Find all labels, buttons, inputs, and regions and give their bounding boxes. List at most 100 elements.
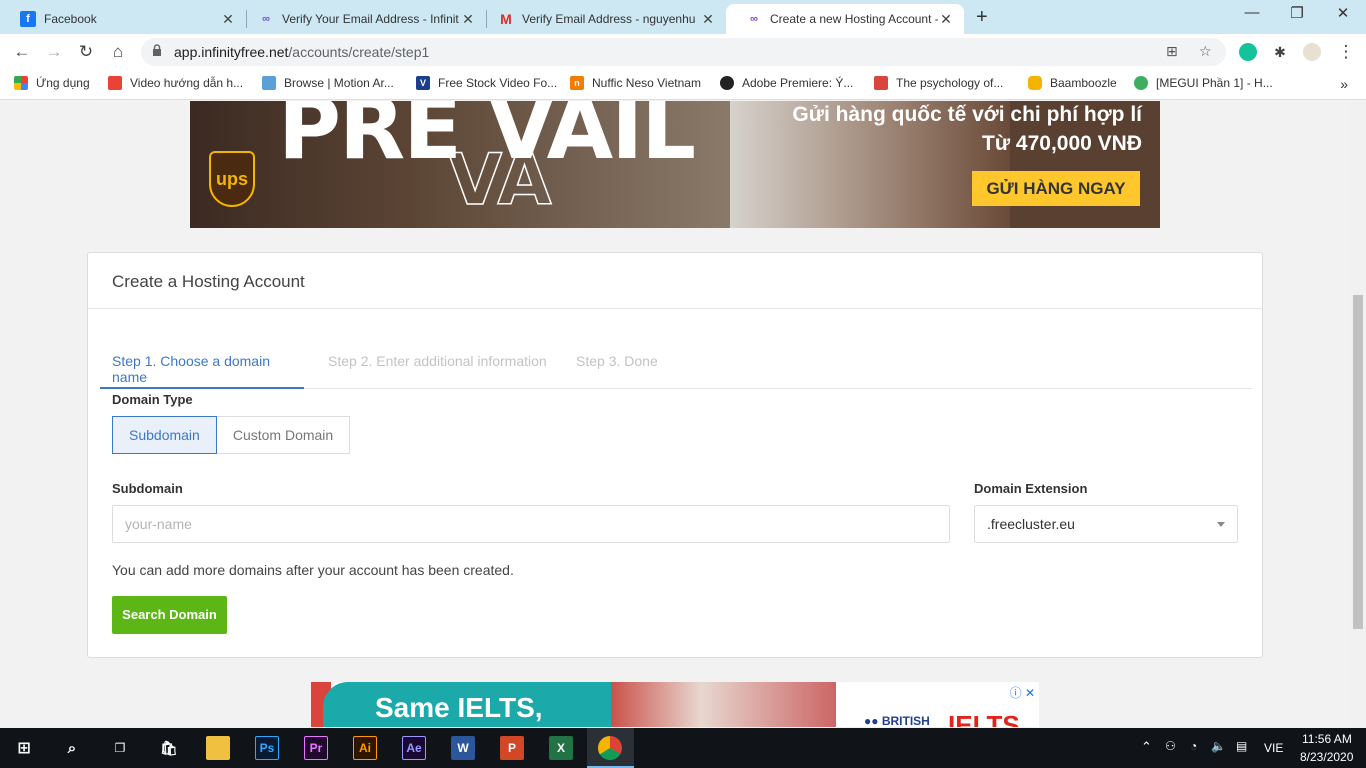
- domain-extension-value: .freecluster.eu: [987, 516, 1075, 532]
- bookmark-star-icon[interactable]: ☆: [1199, 43, 1212, 60]
- new-tab-button[interactable]: +: [976, 6, 988, 29]
- caret-down-icon: [1217, 522, 1225, 527]
- profile-avatar[interactable]: [1303, 43, 1321, 61]
- ad-choices-icon[interactable]: ⓘ ✕: [1010, 684, 1035, 701]
- page-scrollbar[interactable]: [1350, 101, 1366, 727]
- show-hidden-icons[interactable]: ⌃: [1141, 739, 1152, 755]
- volume-icon[interactable]: 🔈: [1211, 739, 1226, 753]
- tab-facebook[interactable]: f Facebook ✕: [0, 4, 246, 34]
- bookmark-favicon-icon: [874, 76, 888, 90]
- tab-gmail[interactable]: M Verify Email Address - nguyenhu ✕: [478, 4, 726, 34]
- bookmark-label: Nuffic Neso Vietnam: [592, 76, 701, 90]
- bookmark-item[interactable]: Baamboozle: [1028, 76, 1117, 90]
- photoshop-icon[interactable]: Ps: [255, 736, 279, 760]
- clock-date[interactable]: 8/23/2020: [1300, 750, 1353, 764]
- subdomain-option[interactable]: Subdomain: [112, 416, 217, 454]
- ad-line-2: Từ 470,000 VNĐ: [982, 132, 1142, 155]
- ups-ad-banner[interactable]: PRE VAIL VA ups Gửi hàng quốc tế với chi…: [190, 101, 1160, 228]
- lock-icon: [153, 44, 161, 56]
- maximize-button[interactable]: ❐: [1274, 4, 1320, 22]
- word-icon[interactable]: W: [451, 736, 475, 760]
- bookmark-favicon-icon: [720, 76, 734, 90]
- apps-grid-icon: [14, 76, 28, 90]
- ad-cta-button[interactable]: GỬI HÀNG NGAY: [972, 171, 1140, 206]
- bookmark-label: Video hướng dẫn h...: [130, 76, 244, 90]
- domain-type-label: Domain Type: [112, 392, 193, 407]
- bookmark-item[interactable]: Adobe Premiere: Ý...: [720, 76, 853, 90]
- british-council-logo: ●● BRITISH: [864, 714, 930, 727]
- grammarly-icon[interactable]: [1239, 43, 1257, 61]
- scrollbar-thumb[interactable]: [1353, 295, 1363, 629]
- url-text: app.infinityfree.net/accounts/create/ste…: [174, 44, 430, 60]
- close-tab-icon[interactable]: ✕: [220, 11, 236, 28]
- browser-toolbar: ← → ↻ ⌂ app.infinityfree.net/accounts/cr…: [0, 34, 1366, 70]
- bookmark-item[interactable]: The psychology of...: [874, 76, 1003, 90]
- excel-icon[interactable]: X: [549, 736, 573, 760]
- tab-title: Create a new Hosting Account - I: [770, 12, 938, 26]
- panel-title: Create a Hosting Account: [88, 253, 1262, 309]
- premiere-icon[interactable]: Pr: [304, 736, 328, 760]
- back-icon[interactable]: ←: [10, 40, 34, 64]
- windows-start-icon[interactable]: ⊞: [12, 736, 36, 760]
- reload-icon[interactable]: ↻: [74, 40, 98, 64]
- subdomain-label: Subdomain: [112, 481, 183, 496]
- domain-extension-select[interactable]: .freecluster.eu: [974, 505, 1238, 543]
- bookmark-item[interactable]: V Free Stock Video Fo...: [416, 76, 557, 90]
- ielts-logo: IELTS: [948, 710, 1020, 727]
- close-tab-icon[interactable]: ✕: [938, 11, 954, 28]
- more-bookmarks-icon[interactable]: »: [1340, 76, 1348, 92]
- home-icon[interactable]: ⌂: [106, 40, 130, 64]
- search-icon[interactable]: ⌕: [60, 736, 84, 760]
- after-effects-icon[interactable]: Ae: [402, 736, 426, 760]
- bookmark-label: Ứng dụng: [36, 76, 90, 90]
- bookmark-label: Adobe Premiere: Ý...: [742, 76, 854, 90]
- powerpoint-icon[interactable]: P: [500, 736, 524, 760]
- bookmark-favicon-icon: [1134, 76, 1148, 90]
- bookmark-favicon-icon: V: [416, 76, 430, 90]
- step-1-tab[interactable]: Step 1. Choose a domain name: [100, 353, 304, 389]
- network-icon[interactable]: ⚇: [1165, 739, 1176, 753]
- windows-taskbar: ⊞ ⌕ ❐ 🛍 Ps Pr Ai Ae W P X ⌃ ⚇ ◔ 🔈 ▤ VIE …: [0, 728, 1366, 768]
- bookmark-item[interactable]: Video hướng dẫn h...: [108, 76, 243, 90]
- forward-icon[interactable]: →: [42, 40, 66, 64]
- bookmark-label: Baamboozle: [1050, 76, 1117, 90]
- bookmark-label: The psychology of...: [896, 76, 1004, 90]
- bookmark-label: [MEGUI Phần 1] - H...: [1156, 76, 1273, 90]
- notification-icon[interactable]: ▤: [1236, 739, 1247, 753]
- subdomain-input[interactable]: [112, 505, 950, 543]
- task-view-icon[interactable]: ❐: [108, 736, 132, 760]
- ad-outline-text: VA: [447, 138, 552, 222]
- tab-title: Verify Email Address - nguyenhu: [522, 12, 696, 26]
- tab-title: Facebook: [44, 12, 97, 26]
- close-window-button[interactable]: ✕: [1320, 4, 1366, 22]
- bookmark-favicon-icon: [262, 76, 276, 90]
- store-icon[interactable]: 🛍: [157, 736, 181, 760]
- chrome-icon[interactable]: [598, 736, 622, 760]
- bookmark-item[interactable]: Ứng dụng: [14, 76, 90, 90]
- page-content: PRE VAIL VA ups Gửi hàng quốc tế với chi…: [0, 101, 1350, 727]
- bookmarks-bar: Ứng dụng Video hướng dẫn h... Browse | M…: [0, 70, 1366, 100]
- language-indicator[interactable]: VIE: [1264, 741, 1283, 755]
- custom-domain-option[interactable]: Custom Domain: [216, 416, 351, 454]
- illustrator-icon[interactable]: Ai: [353, 736, 377, 760]
- wifi-icon[interactable]: ◔: [1190, 739, 1197, 753]
- bookmark-item[interactable]: n Nuffic Neso Vietnam: [570, 76, 701, 90]
- file-explorer-icon[interactable]: [206, 736, 230, 760]
- address-bar[interactable]: app.infinityfree.net/accounts/create/ste…: [141, 38, 1226, 66]
- tab-create-hosting[interactable]: ∞ Create a new Hosting Account - I ✕: [726, 4, 964, 34]
- bookmark-item[interactable]: [MEGUI Phần 1] - H...: [1134, 76, 1273, 90]
- tab-verify-infinity[interactable]: ∞ Verify Your Email Address - Infinit ✕: [238, 4, 486, 34]
- step-tabs: Step 1. Choose a domain name Step 2. Ent…: [100, 353, 1252, 389]
- extensions-icon[interactable]: ✱: [1268, 40, 1292, 64]
- ielts-ad-banner[interactable]: Same IELTS, ●● BRITISH IELTS ⓘ ✕: [311, 682, 1039, 727]
- close-tab-icon[interactable]: ✕: [700, 11, 716, 28]
- close-tab-icon[interactable]: ✕: [460, 11, 476, 28]
- minimize-button[interactable]: —: [1229, 4, 1275, 21]
- clock-time[interactable]: 11:56 AM: [1302, 732, 1352, 746]
- menu-icon[interactable]: ⋮: [1334, 40, 1358, 64]
- search-domain-button[interactable]: Search Domain: [112, 596, 227, 634]
- tab-title: Verify Your Email Address - Infinit: [282, 12, 459, 26]
- ad-photo: [611, 682, 836, 727]
- translate-icon[interactable]: ⊞: [1166, 43, 1178, 60]
- bookmark-item[interactable]: Browse | Motion Ar...: [262, 76, 394, 90]
